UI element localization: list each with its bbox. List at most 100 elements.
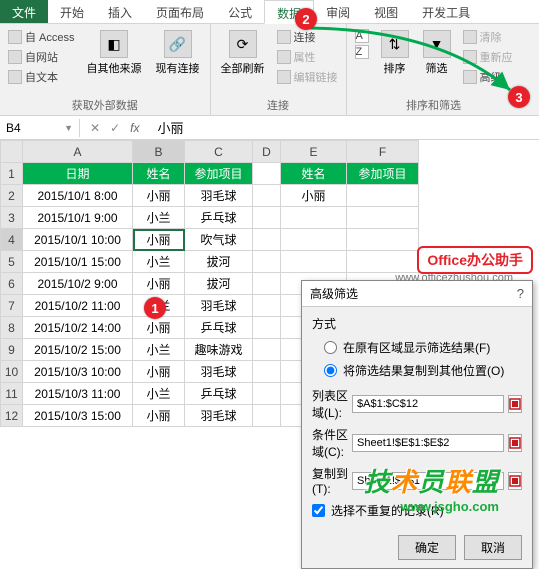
- name-box[interactable]: B4▼: [0, 119, 80, 137]
- cell[interactable]: 2015/10/3 15:00: [23, 405, 133, 427]
- cell[interactable]: 小丽: [133, 273, 185, 295]
- list-range-ref-button[interactable]: [508, 395, 522, 413]
- tab-layout[interactable]: 页面布局: [144, 0, 216, 23]
- cell[interactable]: 趣味游戏: [185, 339, 253, 361]
- cell[interactable]: 小丽: [281, 185, 347, 207]
- row-header[interactable]: 10: [1, 361, 23, 383]
- cell[interactable]: 羽毛球: [185, 405, 253, 427]
- cell[interactable]: 2015/10/3 10:00: [23, 361, 133, 383]
- tab-insert[interactable]: 插入: [96, 0, 144, 23]
- help-icon[interactable]: ?: [517, 286, 524, 301]
- cell[interactable]: 2015/10/1 15:00: [23, 251, 133, 273]
- cell[interactable]: [281, 229, 347, 251]
- cell[interactable]: [253, 163, 281, 185]
- unique-records-check[interactable]: 选择不重复的记录(R): [312, 502, 522, 519]
- cell[interactable]: 拔河: [185, 251, 253, 273]
- row-header[interactable]: 11: [1, 383, 23, 405]
- cell[interactable]: [253, 295, 281, 317]
- btn-filter[interactable]: ▼ 筛选: [419, 28, 455, 95]
- name-box-dropdown-icon[interactable]: ▼: [64, 123, 73, 133]
- cell[interactable]: 羽毛球: [185, 295, 253, 317]
- cell[interactable]: 2015/10/1 10:00: [23, 229, 133, 251]
- cell[interactable]: [281, 251, 347, 273]
- col-header-A[interactable]: A: [23, 141, 133, 163]
- cell[interactable]: 小丽: [133, 185, 185, 207]
- cell[interactable]: 羽毛球: [185, 185, 253, 207]
- row-header[interactable]: 4: [1, 229, 23, 251]
- cell[interactable]: 拔河: [185, 273, 253, 295]
- cell[interactable]: 乒乓球: [185, 383, 253, 405]
- row-header[interactable]: 12: [1, 405, 23, 427]
- tab-file[interactable]: 文件: [0, 0, 48, 23]
- tab-view[interactable]: 视图: [362, 0, 410, 23]
- cell[interactable]: 2015/10/2 14:00: [23, 317, 133, 339]
- cell[interactable]: [347, 185, 419, 207]
- row-header[interactable]: 5: [1, 251, 23, 273]
- cell[interactable]: [253, 207, 281, 229]
- btn-sort-asc[interactable]: A: [353, 28, 371, 44]
- cell[interactable]: [253, 229, 281, 251]
- row-header[interactable]: 2: [1, 185, 23, 207]
- btn-refresh-all[interactable]: ⟳ 全部刷新: [217, 28, 269, 95]
- cell[interactable]: 2015/10/3 11:00: [23, 383, 133, 405]
- formula-input[interactable]: 小丽: [149, 116, 539, 139]
- fx-icon[interactable]: fx: [130, 121, 139, 135]
- radio-copy-to[interactable]: 将筛选结果复制到其他位置(O): [312, 359, 522, 382]
- enter-formula-icon[interactable]: ✓: [110, 121, 120, 135]
- copy-to-ref-button[interactable]: [508, 472, 522, 490]
- cancel-formula-icon[interactable]: ✕: [90, 121, 100, 135]
- dialog-titlebar[interactable]: 高级筛选 ?: [302, 281, 532, 307]
- cell[interactable]: [253, 361, 281, 383]
- btn-from-access[interactable]: 自 Access: [6, 28, 77, 46]
- cell[interactable]: [253, 273, 281, 295]
- btn-other-sources[interactable]: ◧ 自其他来源: [83, 28, 146, 95]
- table-header[interactable]: 参加项目: [185, 163, 253, 185]
- cancel-button[interactable]: 取消: [464, 535, 522, 560]
- cell[interactable]: [347, 207, 419, 229]
- cell[interactable]: 2015/10/1 8:00: [23, 185, 133, 207]
- cell[interactable]: 小丽: [133, 361, 185, 383]
- select-all-corner[interactable]: [1, 141, 23, 163]
- table-header[interactable]: 日期: [23, 163, 133, 185]
- btn-advanced-filter[interactable]: 高级: [461, 68, 515, 86]
- copy-to-input[interactable]: [352, 472, 504, 490]
- btn-from-text[interactable]: 自文本: [6, 68, 77, 86]
- tab-home[interactable]: 开始: [48, 0, 96, 23]
- cell-active[interactable]: 小丽: [133, 229, 185, 251]
- cell[interactable]: [347, 229, 419, 251]
- cell[interactable]: [253, 251, 281, 273]
- row-header[interactable]: 8: [1, 317, 23, 339]
- btn-existing-conn[interactable]: 🔗 现有连接: [152, 28, 204, 95]
- btn-sort[interactable]: ⇅ 排序: [377, 28, 413, 95]
- cell[interactable]: 小兰: [133, 383, 185, 405]
- cell[interactable]: 羽毛球: [185, 361, 253, 383]
- cell[interactable]: 2015/10/1 9:00: [23, 207, 133, 229]
- col-header-D[interactable]: D: [253, 141, 281, 163]
- col-header-B[interactable]: B: [133, 141, 185, 163]
- cell[interactable]: [253, 317, 281, 339]
- btn-connections[interactable]: 连接: [275, 28, 340, 46]
- col-header-C[interactable]: C: [185, 141, 253, 163]
- cell[interactable]: 2015/10/2 9:00: [23, 273, 133, 295]
- tab-review[interactable]: 审阅: [314, 0, 362, 23]
- cell[interactable]: 小兰: [133, 207, 185, 229]
- criteria-range-input[interactable]: [352, 434, 504, 452]
- col-header-F[interactable]: F: [347, 141, 419, 163]
- col-header-E[interactable]: E: [281, 141, 347, 163]
- criteria-range-ref-button[interactable]: [508, 434, 522, 452]
- cell[interactable]: [347, 251, 419, 273]
- cell[interactable]: 小丽: [133, 405, 185, 427]
- radio-copy-input[interactable]: [324, 364, 337, 377]
- cell[interactable]: 2015/10/2 15:00: [23, 339, 133, 361]
- row-header[interactable]: 3: [1, 207, 23, 229]
- table-header[interactable]: 姓名: [281, 163, 347, 185]
- cell[interactable]: 吹气球: [185, 229, 253, 251]
- table-header[interactable]: 参加项目: [347, 163, 419, 185]
- cell[interactable]: 小兰: [133, 339, 185, 361]
- cell[interactable]: [253, 339, 281, 361]
- radio-inplace-input[interactable]: [324, 341, 337, 354]
- cell[interactable]: [253, 383, 281, 405]
- list-range-input[interactable]: [352, 395, 504, 413]
- btn-sort-desc[interactable]: Z: [353, 44, 371, 60]
- cell[interactable]: 小兰: [133, 251, 185, 273]
